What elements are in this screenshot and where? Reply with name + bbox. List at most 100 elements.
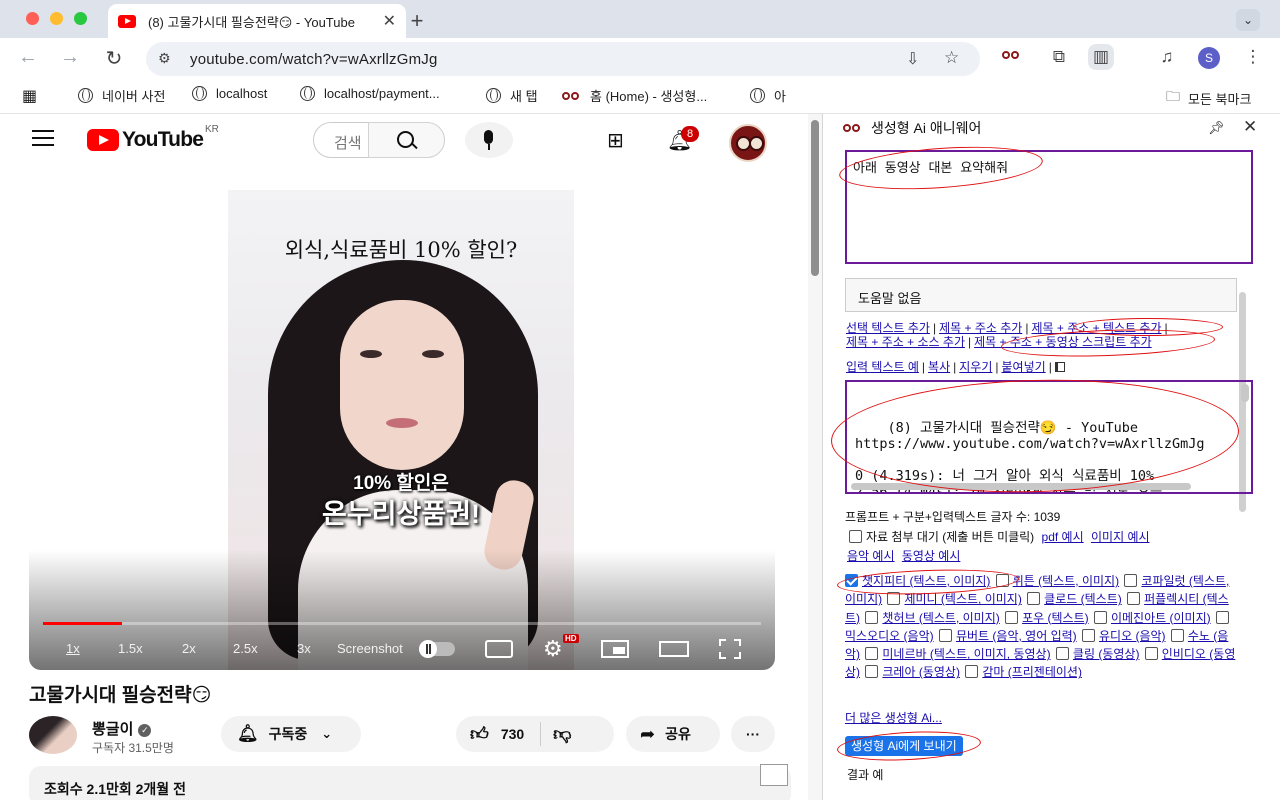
close-panel-icon[interactable]: ✕ (1243, 117, 1257, 137)
model-option[interactable]: 클링 (동영상) (1055, 647, 1140, 661)
bookmark-item[interactable]: 네이버 사전 (78, 86, 165, 105)
model-option[interactable]: 뤼튼 (텍스트, 이미지) (995, 574, 1119, 588)
video-example-link[interactable]: 동영상 예시 (902, 549, 961, 563)
speed-2-5x-button[interactable]: 2.5x (233, 641, 258, 656)
site-info-icon[interactable]: ⚙ (158, 50, 171, 67)
close-window-button[interactable] (26, 12, 39, 25)
music-example-link[interactable]: 음악 예시 (847, 549, 895, 563)
video-player[interactable]: 외식,식료품비 10% 할인? 10% 할인은 온누리상품권! 1x 1.5x … (29, 190, 775, 670)
create-video-icon[interactable]: ⊞ (607, 128, 624, 153)
model-checkbox[interactable] (1127, 592, 1141, 606)
model-label[interactable]: 제미니 (텍스트, 이미지) (904, 592, 1021, 606)
model-checkbox[interactable] (965, 665, 979, 679)
model-label[interactable]: 유디오 (음악) (1099, 629, 1166, 643)
model-option[interactable]: 뮤버트 (음악, 영어 입력) (938, 628, 1077, 643)
zoom-window-button[interactable] (74, 12, 87, 25)
thumbs-down-icon[interactable]: 👎︎ (553, 723, 571, 745)
screenshot-button[interactable]: Screenshot (337, 641, 403, 656)
add-selected-text-link[interactable]: 선택 텍스트 추가 (846, 321, 930, 335)
bookmark-star-icon[interactable]: ☆ (944, 48, 959, 68)
tab-search-button[interactable]: ⌄ (1236, 9, 1260, 31)
model-checkbox[interactable] (887, 592, 901, 606)
model-checkbox[interactable] (845, 574, 858, 587)
share-button[interactable]: ➦ 공유 (626, 716, 720, 752)
model-option[interactable]: 클로드 (텍스트) (1027, 592, 1122, 606)
model-option[interactable]: 포우 (텍스트) (1005, 610, 1089, 625)
subscribe-button[interactable]: 🔔︎ 구독중 ⌄ (221, 716, 361, 752)
back-arrow-icon[interactable]: ← (16, 46, 40, 69)
menu-hamburger-icon[interactable] (32, 130, 54, 146)
model-checkbox[interactable] (1170, 628, 1184, 642)
scrollbar-thumb[interactable] (811, 120, 819, 276)
model-checkbox[interactable] (865, 647, 879, 661)
thumbs-up-icon[interactable]: 👍︎ (470, 723, 489, 745)
youtube-logo[interactable]: YouTube KR (87, 124, 219, 152)
model-checkbox[interactable] (938, 628, 952, 642)
account-avatar[interactable] (729, 124, 767, 162)
model-checkbox[interactable] (1124, 574, 1138, 587)
input-example-link[interactable]: 입력 텍스트 예 (846, 360, 919, 374)
model-label[interactable]: 클링 (동영상) (1073, 647, 1140, 661)
settings-gear-icon[interactable]: ⚙ (543, 636, 563, 662)
bookmark-item[interactable]: 새 탭 (486, 86, 538, 105)
textarea-scrollbar-h[interactable] (851, 483, 1191, 490)
model-label[interactable]: 포우 (텍스트) (1022, 611, 1089, 625)
speed-2x-button[interactable]: 2x (182, 641, 196, 656)
channel-name[interactable]: 뽕글이 ✓ (92, 718, 152, 739)
apps-grid-icon[interactable]: ▦ (22, 86, 37, 106)
channel-avatar[interactable] (29, 716, 77, 754)
new-tab-button[interactable]: + (406, 8, 428, 34)
model-checkbox[interactable] (1005, 610, 1019, 624)
textarea-scrollbar-v[interactable] (1241, 384, 1249, 402)
bookmark-item[interactable]: localhost (192, 86, 267, 101)
speaker-icon[interactable] (1054, 362, 1065, 372)
search-input[interactable]: 검색 (313, 122, 445, 158)
model-option[interactable]: 제미니 (텍스트, 이미지) (887, 592, 1022, 606)
speed-1-5x-button[interactable]: 1.5x (118, 641, 143, 656)
bookmark-item[interactable]: 아 (750, 86, 786, 105)
model-label[interactable]: 미네르바 (텍스트, 이미지, 동영상) (882, 647, 1050, 661)
model-label[interactable]: 믹스오디오 (음악) (845, 629, 934, 643)
add-title-url-text-link[interactable]: 제목 + 주소 + 텍스트 추가 (1031, 321, 1161, 335)
model-label[interactable]: 이메진아트 (이미지) (1111, 611, 1211, 625)
theater-mode-icon[interactable] (659, 641, 689, 657)
profile-avatar[interactable]: S (1198, 47, 1220, 69)
extensions-puzzle-icon[interactable]: ⧉ (1046, 47, 1072, 67)
model-label[interactable]: 크레아 (동영상) (882, 665, 960, 679)
model-checkbox[interactable] (1055, 647, 1069, 661)
pdf-example-link[interactable]: pdf 예시 (1042, 530, 1084, 544)
more-ai-link[interactable]: 더 많은 생성형 Ai... (845, 709, 942, 726)
paste-link[interactable]: 붙여넣기 (1002, 360, 1046, 374)
model-option[interactable]: 크레아 (동영상) (865, 665, 960, 679)
model-checkbox[interactable] (1215, 610, 1229, 624)
speed-3x-button[interactable]: 3x (297, 641, 311, 656)
model-option[interactable]: 챗허브 (텍스트, 이미지) (865, 610, 1000, 625)
install-app-icon[interactable]: ⇩ (906, 49, 919, 69)
model-option[interactable]: 미네르바 (텍스트, 이미지, 동영상) (865, 647, 1051, 661)
extension-owl-icon[interactable] (1002, 47, 1028, 67)
send-to-ai-button[interactable]: 생성형 Ai에게 보내기 (845, 736, 963, 756)
model-checkbox[interactable] (1027, 592, 1041, 606)
pin-icon[interactable]: 📌︎ (1208, 120, 1225, 136)
model-option[interactable]: 감마 (프리젠테이션) (965, 665, 1082, 679)
search-button[interactable] (368, 122, 445, 158)
description-box[interactable]: 조회수 2.1만회 2개월 전 (29, 764, 791, 800)
speed-1x-button[interactable]: 1x (66, 641, 80, 656)
model-label[interactable]: 챗지피티 (텍스트, 이미지) (862, 574, 990, 588)
miniplayer-icon[interactable] (601, 640, 629, 658)
browser-menu-icon[interactable]: ⋮ (1240, 47, 1266, 67)
tab-close-icon[interactable]: ✕ (383, 11, 396, 31)
model-checkbox[interactable] (1144, 647, 1158, 661)
script-textarea[interactable]: (8) 고물가시대 필승전략😏 - YouTube https://www.yo… (845, 380, 1253, 494)
voice-search-icon[interactable] (465, 122, 513, 158)
attach-checkbox[interactable] (849, 530, 862, 543)
add-title-url-link[interactable]: 제목 + 주소 추가 (939, 321, 1022, 335)
page-scrollbar[interactable] (808, 114, 822, 800)
more-actions-button[interactable]: ··· (731, 716, 775, 752)
add-title-url-source-link[interactable]: 제목 + 주소 + 소스 추가 (846, 335, 965, 349)
model-checkbox[interactable] (1082, 628, 1095, 642)
model-option[interactable]: 챗지피티 (텍스트, 이미지) (845, 574, 990, 588)
copy-link[interactable]: 복사 (928, 360, 950, 374)
address-bar[interactable]: ⚙ youtube.com/watch?v=wAxrllzGmJg ⇩ ☆ (146, 42, 980, 76)
model-checkbox[interactable] (995, 574, 1009, 587)
